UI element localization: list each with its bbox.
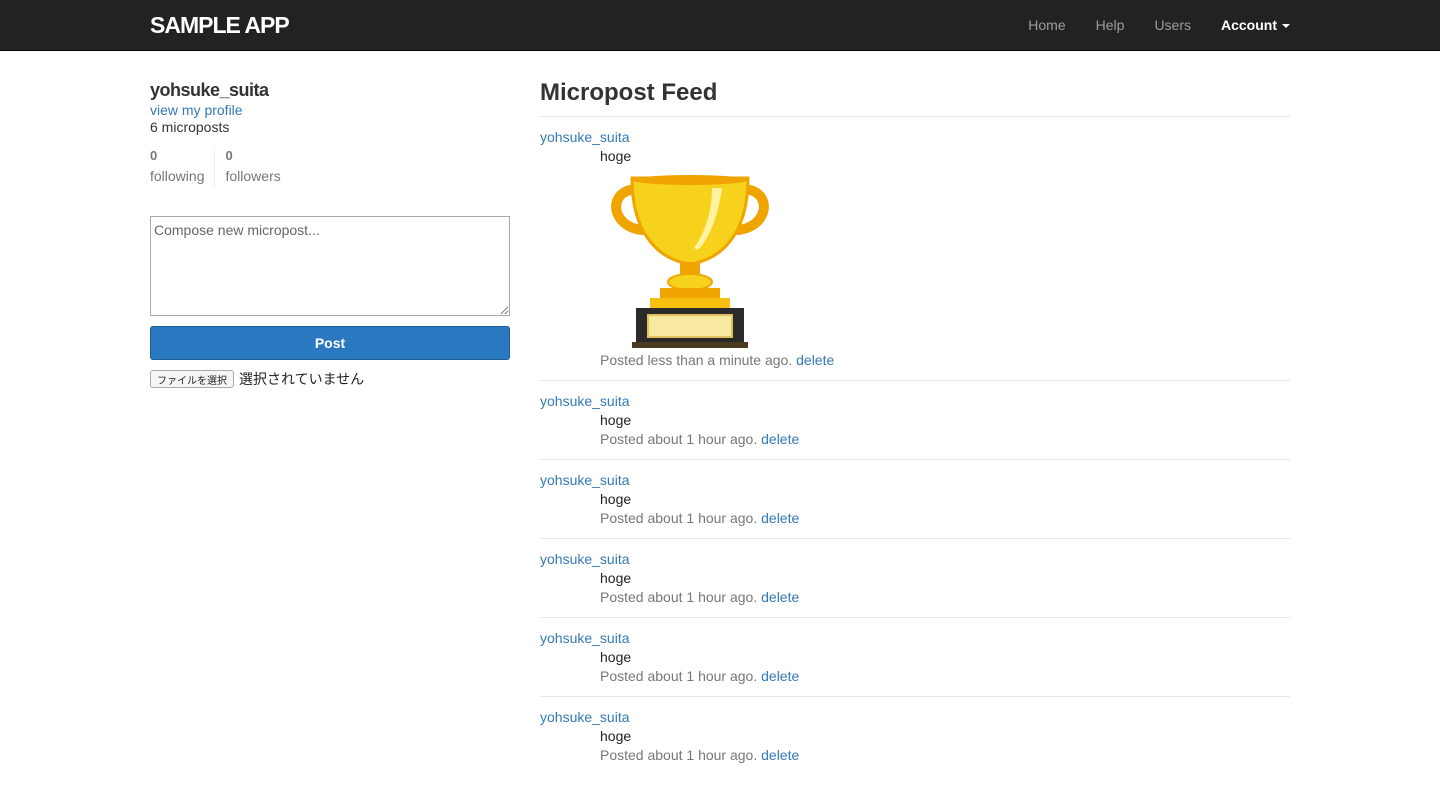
caret-down-icon (1282, 24, 1290, 29)
user-name: yohsuke_suita (150, 80, 269, 100)
post-timestamp: Posted about 1 hour ago. delete (600, 667, 1290, 685)
feed-post: yohsuke_suita hoge Posted about 1 hour a… (540, 460, 1290, 539)
nav-links: Home Help Users Account (998, 0, 1290, 50)
post-content: hoge (600, 412, 632, 428)
nav-account-dropdown[interactable]: Account (1221, 0, 1290, 50)
followers-count: 0 (225, 148, 233, 163)
post-user-link[interactable]: yohsuke_suita (540, 471, 1290, 489)
follow-stats: 0 following 0 followers (150, 147, 510, 187)
feed-post: yohsuke_suita hoge Posted about 1 hour a… (540, 618, 1290, 697)
delete-post-link[interactable]: delete (761, 747, 799, 763)
delete-post-link[interactable]: delete (761, 510, 799, 526)
nav-users-link[interactable]: Users (1154, 0, 1191, 50)
compose-micropost-input[interactable] (150, 216, 510, 316)
file-status-text: 選択されていません (239, 371, 365, 387)
post-user-link[interactable]: yohsuke_suita (540, 708, 1290, 726)
view-profile-link[interactable]: view my profile (150, 102, 510, 119)
post-user-link[interactable]: yohsuke_suita (540, 629, 1290, 647)
post-time-text: Posted about 1 hour ago. (600, 747, 758, 763)
nav-home-link[interactable]: Home (1028, 0, 1065, 50)
post-timestamp: Posted about 1 hour ago. delete (600, 509, 1290, 527)
post-content: hoge (600, 728, 632, 744)
delete-post-link[interactable]: delete (761, 589, 799, 605)
delete-post-link[interactable]: delete (761, 431, 799, 447)
app-logo[interactable]: SAMPLE APP (150, 10, 290, 40)
post-timestamp: Posted less than a minute ago. delete (600, 351, 1290, 369)
micropost-feed: Micropost Feed yohsuke_suita hoge Posted… (540, 78, 1290, 775)
feed-post: yohsuke_suita hoge Posted about 1 hour a… (540, 539, 1290, 618)
delete-post-link[interactable]: delete (796, 352, 834, 368)
top-navbar: SAMPLE APP Home Help Users Account (0, 0, 1440, 51)
post-content: hoge (600, 570, 632, 586)
post-content: hoge (600, 649, 632, 665)
post-time-text: Posted about 1 hour ago. (600, 431, 758, 447)
followers-stat-link[interactable]: 0 followers (215, 147, 280, 187)
feed-post: yohsuke_suita hoge Posted about 1 hour a… (540, 381, 1290, 460)
feed-post: yohsuke_suita hoge Posted about 1 hour a… (540, 697, 1290, 775)
sidebar: yohsuke_suita view my profile 6 micropos… (150, 78, 510, 388)
feed-title: Micropost Feed (540, 78, 1290, 117)
feed-post: yohsuke_suita hoge Posted less than a mi… (540, 117, 1290, 381)
post-time-text: Posted about 1 hour ago. (600, 510, 758, 526)
choose-file-button[interactable]: ファイルを選択 (150, 370, 234, 388)
post-content: hoge (600, 148, 632, 164)
post-user-link[interactable]: yohsuke_suita (540, 128, 1290, 146)
post-time-text: Posted about 1 hour ago. (600, 668, 758, 684)
file-picker: ファイルを選択 選択されていません (150, 369, 364, 389)
nav-help-link[interactable]: Help (1096, 0, 1125, 50)
following-count: 0 (150, 148, 158, 163)
post-timestamp: Posted about 1 hour ago. delete (600, 746, 1290, 764)
post-user-link[interactable]: yohsuke_suita (540, 392, 1290, 410)
following-label: following (150, 168, 205, 184)
following-stat-link[interactable]: 0 following (150, 147, 216, 187)
account-label: Account (1221, 17, 1277, 33)
trophy-image (611, 175, 769, 348)
post-timestamp: Posted about 1 hour ago. delete (600, 588, 1290, 606)
followers-label: followers (225, 168, 281, 184)
post-time-text: Posted about 1 hour ago. (600, 589, 758, 605)
micropost-count: 6 microposts (150, 119, 230, 135)
delete-post-link[interactable]: delete (761, 668, 799, 684)
post-button[interactable]: Post (150, 326, 510, 360)
post-timestamp: Posted about 1 hour ago. delete (600, 430, 1290, 448)
post-content: hoge (600, 491, 632, 507)
post-user-link[interactable]: yohsuke_suita (540, 550, 1290, 568)
post-time-text: Posted less than a minute ago. (600, 352, 793, 368)
